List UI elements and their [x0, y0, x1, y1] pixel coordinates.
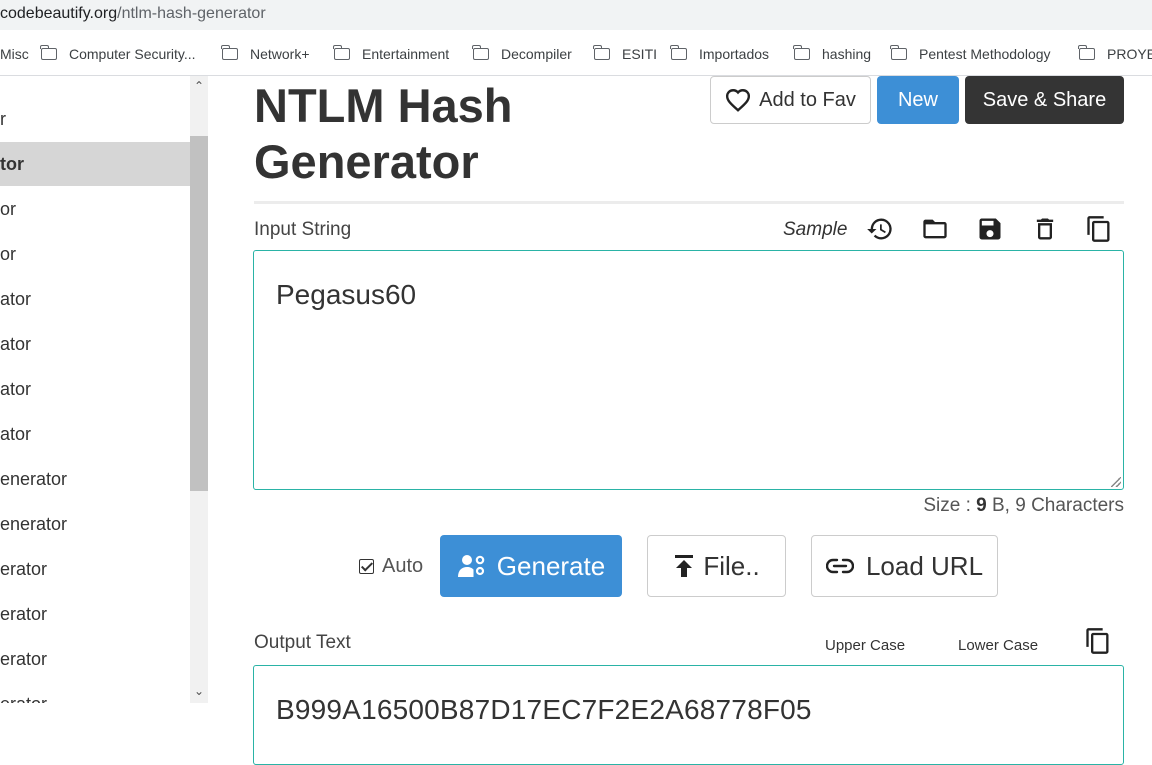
sidebar-item[interactable]: or — [0, 232, 190, 276]
scroll-down-arrow-icon[interactable]: ⌄ — [193, 684, 205, 698]
bookmark-label: hashing — [822, 46, 872, 62]
folder-icon — [593, 45, 610, 60]
size-bytes: 9 — [976, 495, 987, 516]
history-icon[interactable] — [865, 214, 895, 244]
file-upload-button[interactable]: File.. — [647, 535, 786, 597]
open-folder-icon[interactable] — [920, 214, 950, 244]
folder-icon — [670, 45, 687, 60]
folder-icon — [333, 45, 350, 60]
bookmark-esiti[interactable]: ESITI — [593, 44, 658, 64]
sidebar-item[interactable]: enerator — [0, 502, 190, 546]
input-string-label: Input String — [254, 219, 352, 240]
new-button[interactable]: New — [877, 76, 959, 124]
save-icon[interactable] — [975, 214, 1005, 244]
folder-icon — [221, 45, 238, 60]
output-copy-icon[interactable] — [1084, 627, 1114, 657]
size-info: Size : 9 B, 9 Characters — [923, 495, 1124, 517]
bookmark-decompiler[interactable]: Decompiler — [472, 44, 572, 64]
url-host: codebeautify.org — [0, 5, 118, 22]
bookmark-proyec[interactable]: PROYEC — [1078, 44, 1152, 64]
scroll-up-arrow-icon[interactable]: ⌃ — [193, 79, 205, 93]
sample-link[interactable]: Sample — [783, 219, 847, 241]
copy-icon[interactable] — [1084, 214, 1114, 244]
generate-button[interactable]: Generate — [440, 535, 622, 597]
bookmark-label: Importados — [699, 46, 770, 62]
upper-case-link[interactable]: Upper Case — [825, 637, 905, 654]
sidebar-item-active[interactable]: tor — [0, 142, 190, 186]
user-gear-icon — [457, 555, 485, 577]
sidebar-item[interactable]: enerator — [0, 457, 190, 501]
add-to-fav-button[interactable]: Add to Fav — [710, 76, 871, 124]
new-label: New — [897, 88, 938, 111]
folder-icon — [890, 45, 907, 60]
bookmark-label: ESITI — [622, 46, 658, 62]
bookmark-label: Computer Security... — [69, 46, 196, 62]
bookmark-network-plus[interactable]: Network+ — [221, 44, 310, 64]
upload-icon — [675, 555, 694, 577]
load-url-label: Load URL — [865, 550, 984, 581]
file-label: File.. — [703, 550, 760, 581]
size-prefix: Size : — [923, 495, 977, 516]
address-bar[interactable]: codebeautify.org/ntlm-hash-generator — [0, 0, 1152, 30]
resize-grip-icon[interactable] — [1111, 477, 1121, 487]
folder-icon — [40, 45, 57, 60]
bookmark-label: PROYEC — [1107, 46, 1152, 62]
url-text[interactable]: codebeautify.org/ntlm-hash-generator — [0, 5, 266, 23]
link-icon — [825, 558, 854, 574]
bookmark-entertainment[interactable]: Entertainment — [333, 44, 450, 64]
add-to-fav-label: Add to Fav — [759, 88, 856, 111]
sidebar-item[interactable]: or — [0, 187, 190, 231]
url-path: /ntlm-hash-generator — [117, 5, 266, 22]
output-text-area[interactable]: B999A16500B87D17EC7F2E2A68778F05 — [253, 665, 1124, 765]
bookmark-pentest-methodology[interactable]: Pentest Methodology — [890, 44, 1051, 64]
sidebar-item[interactable]: ator — [0, 412, 190, 456]
sidebar-item[interactable]: erator — [0, 592, 190, 636]
bookmark-hashing[interactable]: hashing — [793, 44, 872, 64]
auto-label: Auto — [382, 555, 424, 577]
sidebar-item[interactable]: r — [0, 97, 190, 141]
save-share-label: Save & Share — [982, 88, 1107, 111]
sidebar-item[interactable]: erator — [0, 637, 190, 681]
delete-icon[interactable] — [1030, 214, 1060, 244]
bookmark-label: Pentest Methodology — [919, 46, 1051, 62]
folder-icon — [1078, 45, 1095, 60]
bookmark-label: Decompiler — [501, 46, 572, 62]
load-url-button[interactable]: Load URL — [811, 535, 998, 597]
page-title: NTLM Hash Generator — [254, 79, 513, 188]
tools-sidebar: r tor or or ator ator ator ator enerator… — [0, 76, 208, 703]
folder-icon — [472, 45, 489, 60]
bookmark-computer-security[interactable]: Computer Security... — [40, 44, 196, 64]
bookmark-label: Entertainment — [362, 46, 450, 62]
input-string-value: Pegasus60 — [276, 279, 417, 310]
bookmark-misc[interactable]: Misc — [0, 44, 29, 64]
checkbox-checked-icon[interactable] — [359, 559, 374, 574]
sidebar-item[interactable]: ator — [0, 322, 190, 366]
sidebar-item[interactable]: erator — [0, 682, 190, 703]
sidebar-item[interactable]: erator — [0, 547, 190, 591]
heart-icon — [726, 89, 751, 112]
generate-label: Generate — [496, 550, 606, 581]
bookmark-importados[interactable]: Importados — [670, 44, 770, 64]
bookmark-label: Network+ — [250, 46, 310, 62]
folder-icon — [793, 45, 810, 60]
sidebar-item[interactable]: ator — [0, 277, 190, 321]
lower-case-link[interactable]: Lower Case — [958, 637, 1038, 654]
size-suffix: B, 9 Characters — [986, 495, 1124, 516]
header-divider — [254, 201, 1124, 204]
input-string-textarea[interactable]: Pegasus60 — [253, 250, 1124, 490]
output-text-label: Output Text — [254, 632, 351, 653]
sidebar-item[interactable]: ator — [0, 367, 190, 411]
bookmark-label: Misc — [0, 46, 29, 62]
bookmarks-bar: Misc Computer Security... Network+ Enter… — [0, 30, 1152, 76]
output-hash-value: B999A16500B87D17EC7F2E2A68778F05 — [276, 694, 812, 725]
save-and-share-button[interactable]: Save & Share — [965, 76, 1124, 124]
auto-checkbox[interactable]: Auto — [359, 555, 423, 578]
sidebar-scrollbar-thumb[interactable] — [190, 136, 208, 491]
